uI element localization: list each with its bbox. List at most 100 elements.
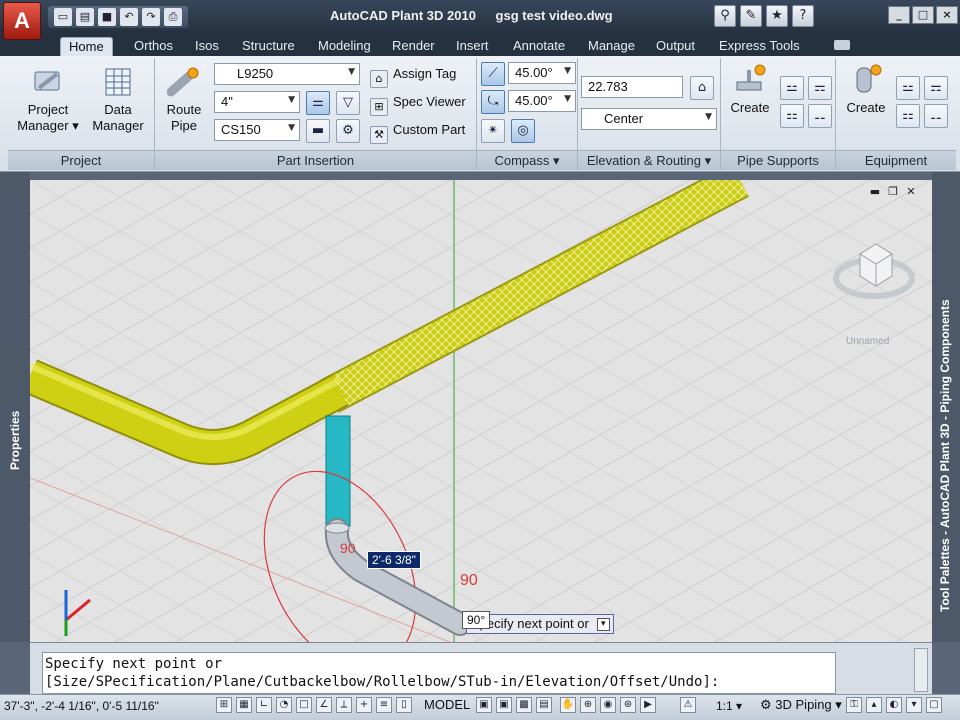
plot-icon[interactable]: ⎙ bbox=[164, 8, 182, 26]
properties-palette-label[interactable]: Properties bbox=[8, 411, 22, 470]
gasket-icon[interactable]: ⚙ bbox=[336, 119, 360, 143]
layout2-icon[interactable]: ▣ bbox=[496, 697, 512, 713]
cyan-riser[interactable] bbox=[325, 415, 351, 527]
spec-viewer-button[interactable]: ⊞ Spec Viewer bbox=[370, 92, 466, 116]
new-file-icon[interactable]: ▭ bbox=[54, 8, 72, 26]
quick-layouts-icon[interactable]: ▤ bbox=[536, 697, 552, 713]
tab-home[interactable]: Home bbox=[60, 37, 113, 56]
elevation-pick-icon[interactable]: ⌂ bbox=[690, 76, 714, 100]
wrench-icon[interactable]: ✎ bbox=[740, 5, 762, 27]
equipment-copy-icon[interactable]: ⚏ bbox=[896, 104, 920, 128]
star-icon[interactable]: ★ bbox=[766, 5, 788, 27]
restore-button[interactable]: □ bbox=[912, 6, 934, 24]
prompt-options-icon[interactable]: ▾ bbox=[596, 618, 610, 631]
annotation-scale-icon[interactable]: ⚠ bbox=[680, 697, 696, 713]
support-delete-icon[interactable]: ⚋ bbox=[808, 104, 832, 128]
route-pipe-button[interactable]: Route Pipe bbox=[160, 66, 208, 134]
command-scrollbar[interactable] bbox=[914, 648, 928, 692]
zoom-icon[interactable]: ⊕ bbox=[580, 697, 596, 713]
tab-render[interactable]: Render bbox=[392, 37, 435, 56]
support-copy-icon[interactable]: ⚏ bbox=[780, 104, 804, 128]
support-edit-icon[interactable]: ⚍ bbox=[780, 76, 804, 100]
project-panel-title[interactable]: Project bbox=[8, 150, 154, 170]
tab-insert[interactable]: Insert bbox=[456, 37, 489, 56]
steering-wheel-icon[interactable]: ⊛ bbox=[620, 697, 636, 713]
save-icon[interactable]: ■ bbox=[98, 8, 116, 26]
project-manager-button[interactable]: Project Manager ▾ bbox=[16, 66, 80, 134]
compass-toggle-icon[interactable]: ◎ bbox=[511, 119, 535, 143]
spec-select[interactable]: L9250 ▼ bbox=[214, 63, 360, 85]
pan-icon[interactable]: ✋ bbox=[560, 697, 576, 713]
quick-view-icon[interactable]: ▩ bbox=[516, 697, 532, 713]
osnap-icon[interactable]: □ bbox=[296, 697, 312, 713]
data-manager-button[interactable]: Data Manager bbox=[88, 66, 148, 134]
tab-annotate[interactable]: Annotate bbox=[513, 37, 565, 56]
workspace-switcher[interactable]: ⚙ 3D Piping ▾ bbox=[760, 697, 842, 713]
material-select[interactable]: CS150 ▼ bbox=[214, 119, 300, 141]
hardware-accel-icon[interactable]: ▴ bbox=[866, 697, 882, 713]
tab-express-tools[interactable]: Express Tools bbox=[719, 37, 800, 56]
orbit-icon[interactable]: ◉ bbox=[600, 697, 616, 713]
compass-panel-title[interactable]: Compass ▾ bbox=[477, 150, 577, 170]
otrack-icon[interactable]: ∠ bbox=[316, 697, 332, 713]
model-space-button[interactable]: MODEL bbox=[424, 697, 470, 712]
viewport-restore-icon[interactable]: ❐ bbox=[886, 186, 900, 198]
compass-angle-2-select[interactable]: 45.00° ▼ bbox=[508, 90, 576, 112]
tab-isos[interactable]: Isos bbox=[195, 37, 219, 56]
lineweight-icon[interactable]: ≡ bbox=[376, 697, 392, 713]
equipment-move-icon[interactable]: ⚎ bbox=[924, 76, 948, 100]
lock-icon[interactable]: ⚿ bbox=[846, 697, 862, 713]
equipment-nozzle-icon[interactable]: ⚋ bbox=[924, 104, 948, 128]
connector-icon[interactable]: ⚌ bbox=[306, 91, 330, 115]
qp-icon[interactable]: ▯ bbox=[396, 697, 412, 713]
coordinate-readout[interactable]: 37'-3", -2'-4 1/16", 0'-5 11/16" bbox=[4, 699, 159, 713]
fitting-icon[interactable]: ▬ bbox=[306, 119, 330, 143]
grid-icon[interactable]: ▦ bbox=[236, 697, 252, 713]
minimize-button[interactable]: _ bbox=[888, 6, 910, 24]
model-space-drawing[interactable] bbox=[30, 180, 932, 642]
status-menu-icon[interactable]: ▾ bbox=[906, 697, 922, 713]
binoculars-icon[interactable]: ⚲ bbox=[714, 5, 736, 27]
valve-icon[interactable]: ▽ bbox=[336, 91, 360, 115]
ribbon-minimize-button[interactable] bbox=[834, 40, 850, 50]
ducs-icon[interactable]: ⟂ bbox=[336, 697, 352, 713]
size-select[interactable]: 4" ▼ bbox=[214, 91, 300, 113]
properties-palette-strip[interactable] bbox=[0, 172, 30, 642]
ortho-icon[interactable]: ∟ bbox=[256, 697, 272, 713]
command-line[interactable]: Specify next point or [Size/SPecification… bbox=[42, 652, 836, 694]
undo-icon[interactable]: ↶ bbox=[120, 8, 138, 26]
application-menu-button[interactable]: A bbox=[3, 2, 41, 40]
drawing-viewport[interactable] bbox=[30, 180, 932, 642]
help-icon[interactable]: ? bbox=[792, 5, 814, 27]
showmotion-icon[interactable]: ▶ bbox=[640, 697, 656, 713]
elevation-routing-panel-title[interactable]: Elevation & Routing ▾ bbox=[578, 150, 720, 170]
viewport-close-icon[interactable]: ✕ bbox=[904, 186, 918, 198]
elevation-input[interactable]: 22.783 bbox=[581, 76, 683, 98]
equipment-edit-icon[interactable]: ⚍ bbox=[896, 76, 920, 100]
tab-modeling[interactable]: Modeling bbox=[318, 37, 371, 56]
create-equipment-button[interactable]: Create bbox=[842, 64, 890, 116]
redo-icon[interactable]: ↷ bbox=[142, 8, 160, 26]
annotation-scale[interactable]: 1:1 ▾ bbox=[716, 699, 742, 713]
isolate-icon[interactable]: ◐ bbox=[886, 697, 902, 713]
justification-select[interactable]: Center ▼ bbox=[581, 108, 717, 130]
compass-angle-icon[interactable]: ⟋ bbox=[481, 62, 505, 86]
compass-rotate-icon[interactable]: ⤿ bbox=[481, 90, 505, 114]
dyn-icon[interactable]: + bbox=[356, 697, 372, 713]
snap-icon[interactable]: ⊞ bbox=[216, 697, 232, 713]
dynamic-dimension-input[interactable]: 2'-6 3/8" bbox=[367, 551, 421, 569]
tab-output[interactable]: Output bbox=[656, 37, 695, 56]
tab-manage[interactable]: Manage bbox=[588, 37, 635, 56]
layout-icon[interactable]: ▣ bbox=[476, 697, 492, 713]
open-file-icon[interactable]: ▤ bbox=[76, 8, 94, 26]
support-move-icon[interactable]: ⚎ bbox=[808, 76, 832, 100]
assign-tag-button[interactable]: ⌂ Assign Tag bbox=[370, 64, 456, 88]
compass-angle-1-select[interactable]: 45.00° ▼ bbox=[508, 62, 576, 84]
viewport-minimize-icon[interactable]: ▬ bbox=[868, 186, 882, 198]
tool-palettes-label[interactable]: Tool Palettes - AutoCAD Plant 3D - Pipin… bbox=[938, 299, 952, 612]
compass-snap-icon[interactable]: ✴ bbox=[481, 119, 505, 143]
polar-icon[interactable]: ◔ bbox=[276, 697, 292, 713]
tab-orthos[interactable]: Orthos bbox=[134, 37, 173, 56]
custom-part-button[interactable]: ⚒ Custom Part bbox=[370, 120, 465, 144]
clean-screen-icon[interactable]: ▢ bbox=[926, 697, 942, 713]
